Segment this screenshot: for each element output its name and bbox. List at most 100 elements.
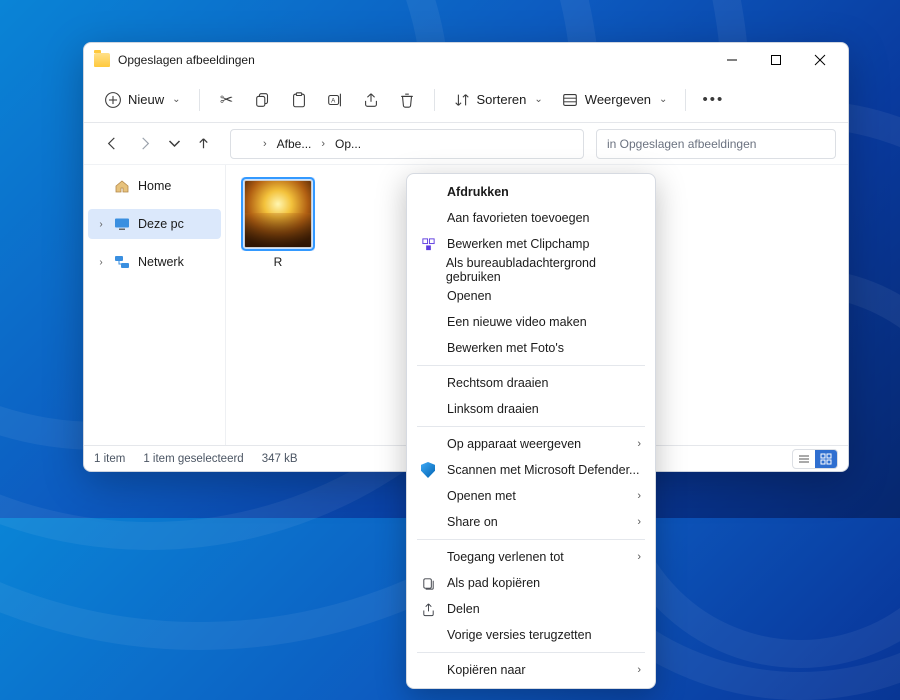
ctx-item[interactable]: Als bureaubladachtergrond gebruiken bbox=[407, 257, 655, 283]
up-icon bbox=[196, 136, 211, 151]
nav-bar: › Afbe... › Op... in Opgeslagen afbeeldi… bbox=[84, 123, 848, 165]
share-icon bbox=[362, 91, 380, 109]
chevron-down-icon: ⌄ bbox=[534, 94, 542, 105]
view-label: Weergeven bbox=[585, 92, 651, 107]
address-bar[interactable]: › Afbe... › Op... bbox=[230, 129, 584, 159]
paste-button[interactable] bbox=[282, 83, 316, 117]
ctx-item[interactable]: Toegang verlenen tot › bbox=[407, 544, 655, 570]
view-button[interactable]: Weergeven ⌄ bbox=[553, 83, 676, 117]
recent-button[interactable] bbox=[164, 129, 184, 159]
sort-button[interactable]: Sorteren ⌄ bbox=[445, 83, 551, 117]
ctx-item[interactable]: Op apparaat weergeven › bbox=[407, 431, 655, 457]
ctx-item-label: Rechtsom draaien bbox=[447, 376, 548, 390]
ctx-item-label: Toegang verlenen tot bbox=[447, 550, 564, 564]
new-label: Nieuw bbox=[128, 92, 164, 107]
chevron-right-icon: › bbox=[637, 438, 641, 450]
clipchamp-icon bbox=[419, 237, 437, 252]
sidebar-label: Netwerk bbox=[138, 255, 184, 269]
forward-icon bbox=[138, 136, 153, 151]
sort-icon bbox=[453, 91, 471, 109]
minimize-icon bbox=[726, 54, 738, 66]
home-icon bbox=[114, 178, 130, 194]
ctx-item[interactable]: Afdrukken bbox=[407, 179, 655, 205]
ctx-item[interactable]: Vorige versies terugzetten bbox=[407, 622, 655, 648]
file-item[interactable]: R bbox=[238, 177, 318, 269]
sidebar-item-home[interactable]: Home bbox=[88, 171, 221, 201]
close-button[interactable] bbox=[798, 45, 842, 75]
status-selection: 1 item geselecteerd bbox=[143, 453, 243, 465]
ctx-item-label: Bewerken met Foto's bbox=[447, 341, 564, 355]
chevron-right-icon: › bbox=[637, 551, 641, 563]
ctx-item-label: Vorige versies terugzetten bbox=[447, 628, 592, 642]
up-button[interactable] bbox=[188, 129, 218, 159]
rename-button[interactable]: A bbox=[318, 83, 352, 117]
search-placeholder: in Opgeslagen afbeeldingen bbox=[607, 137, 756, 151]
chevron-right-icon: › bbox=[259, 138, 271, 150]
breadcrumb-item[interactable]: Op... bbox=[333, 135, 363, 153]
sidebar-item-network[interactable]: › Netwerk bbox=[88, 247, 221, 277]
ctx-item-label: Aan favorieten toevoegen bbox=[447, 211, 589, 225]
new-button[interactable]: Nieuw ⌄ bbox=[96, 83, 189, 117]
ctx-item-label: Scannen met Microsoft Defender... bbox=[447, 463, 639, 477]
search-input[interactable]: in Opgeslagen afbeeldingen bbox=[596, 129, 836, 159]
ctx-item[interactable]: Delen bbox=[407, 596, 655, 622]
network-icon bbox=[114, 254, 130, 270]
ctx-item-label: Share on bbox=[447, 515, 498, 529]
ctx-item[interactable]: Bewerken met Foto's bbox=[407, 335, 655, 361]
ctx-item[interactable]: Rechtsom draaien bbox=[407, 370, 655, 396]
thumbnails-view-button[interactable] bbox=[815, 450, 837, 468]
cut-icon: ✂ bbox=[218, 91, 236, 109]
copy-button[interactable] bbox=[246, 83, 280, 117]
ctx-item[interactable]: Openen met› bbox=[407, 483, 655, 509]
back-icon bbox=[104, 136, 119, 151]
copypath-icon bbox=[419, 576, 437, 591]
ctx-item-label: Op apparaat weergeven bbox=[447, 437, 581, 451]
ctx-item[interactable]: Scannen met Microsoft Defender... bbox=[407, 457, 655, 483]
ctx-item[interactable]: Kopiëren naar› bbox=[407, 657, 655, 683]
chevron-right-icon: › bbox=[96, 219, 106, 230]
delete-icon bbox=[398, 91, 416, 109]
maximize-icon bbox=[770, 54, 782, 66]
minimize-button[interactable] bbox=[710, 45, 754, 75]
ctx-item[interactable]: Bewerken met Clipchamp bbox=[407, 231, 655, 257]
more-button[interactable]: ••• bbox=[696, 83, 730, 117]
cut-button[interactable]: ✂ bbox=[210, 83, 244, 117]
rename-icon: A bbox=[326, 91, 344, 109]
sidebar-label: Deze pc bbox=[138, 217, 184, 231]
share-button[interactable] bbox=[354, 83, 388, 117]
status-size: 347 kB bbox=[262, 453, 298, 465]
forward-button[interactable] bbox=[130, 129, 160, 159]
status-item-count: 1 item bbox=[94, 453, 125, 465]
ctx-item[interactable]: Aan favorieten toevoegen bbox=[407, 205, 655, 231]
copy-icon bbox=[254, 91, 272, 109]
chevron-down-icon bbox=[167, 136, 182, 151]
title-bar: Opgeslagen afbeeldingen bbox=[84, 43, 848, 77]
new-icon bbox=[104, 91, 122, 109]
back-button[interactable] bbox=[96, 129, 126, 159]
details-view-button[interactable] bbox=[793, 450, 815, 468]
folder-icon bbox=[239, 137, 255, 150]
chevron-right-icon: › bbox=[96, 257, 106, 268]
view-icon bbox=[561, 91, 579, 109]
separator bbox=[417, 539, 645, 540]
ctx-item[interactable]: Openen bbox=[407, 283, 655, 309]
delete-button[interactable] bbox=[390, 83, 424, 117]
grid-icon bbox=[820, 453, 832, 465]
sidebar-item-thispc[interactable]: › Deze pc bbox=[88, 209, 221, 239]
close-icon bbox=[814, 54, 826, 66]
maximize-button[interactable] bbox=[754, 45, 798, 75]
breadcrumb-item[interactable]: Afbe... bbox=[275, 135, 314, 153]
ctx-item-label: Als bureaubladachtergrond gebruiken bbox=[446, 256, 641, 284]
list-icon bbox=[798, 453, 810, 465]
ctx-item[interactable]: Als pad kopiëren bbox=[407, 570, 655, 596]
chevron-right-icon: › bbox=[317, 138, 329, 150]
view-switcher[interactable] bbox=[792, 449, 838, 469]
ctx-item-label: Afdrukken bbox=[447, 185, 509, 199]
ctx-item[interactable]: Share on› bbox=[407, 509, 655, 535]
chevron-down-icon: ⌄ bbox=[659, 94, 667, 105]
ctx-item-label: Als pad kopiëren bbox=[447, 576, 540, 590]
ctx-item[interactable]: Linksom draaien bbox=[407, 396, 655, 422]
ctx-item[interactable]: Een nieuwe video maken bbox=[407, 309, 655, 335]
ctx-item-label: Openen met bbox=[447, 489, 516, 503]
context-menu: Afdrukken Aan favorieten toevoegen Bewerke… bbox=[406, 173, 656, 689]
